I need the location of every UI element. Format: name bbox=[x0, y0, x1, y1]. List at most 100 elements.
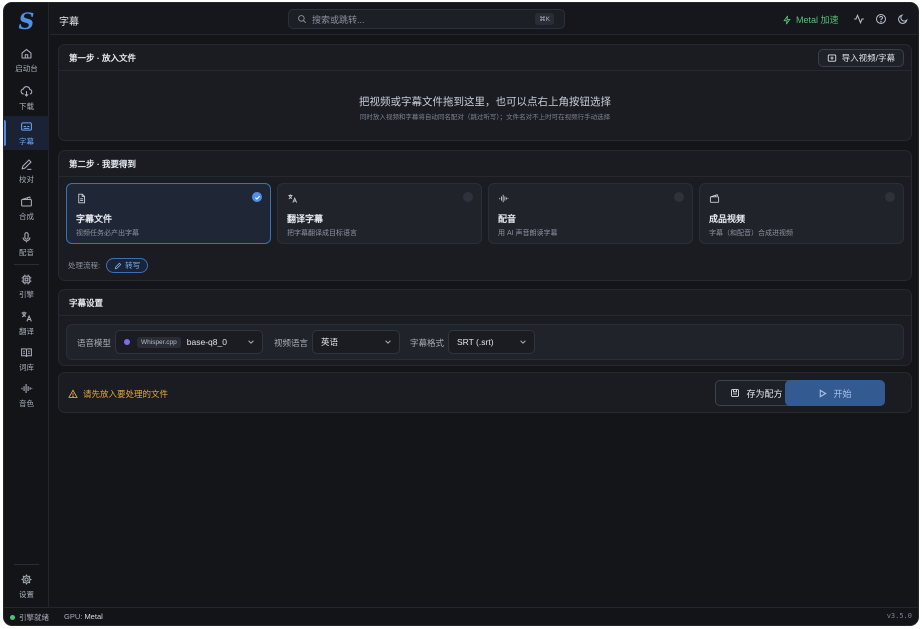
chevron-down-icon bbox=[248, 340, 254, 344]
sidebar-item-label: 引擎 bbox=[19, 289, 34, 299]
sidebar-item-glossary[interactable]: 词库 bbox=[4, 342, 49, 376]
sidebar-item-label: 合成 bbox=[19, 211, 34, 221]
start-label: 开始 bbox=[833, 388, 852, 399]
output-title: 字幕文件 bbox=[76, 214, 113, 224]
warning-message: 请先放入要处理的文件 bbox=[68, 388, 168, 400]
format-value: SRT (.srt) bbox=[457, 337, 494, 347]
sidebar: S 启动台 下载 字幕 校对 合成 配音 引擎 翻译 词库 音色 设置 bbox=[4, 3, 49, 609]
microphone-icon bbox=[20, 231, 33, 245]
page-title: 字幕 bbox=[59, 17, 79, 28]
processing-flow: 处理流程: 转写 bbox=[68, 258, 149, 273]
pen-icon bbox=[20, 158, 33, 172]
subtitle-settings-card: 字幕设置 语音模型 Whisper.cpp base-q8_0 视频语言 英语 … bbox=[58, 289, 912, 366]
output-option-subtitle-file[interactable]: 字幕文件 视频任务必产出字幕 bbox=[66, 183, 271, 244]
shortcut-badge: ⌘K bbox=[535, 13, 554, 25]
play-icon bbox=[820, 388, 828, 398]
sidebar-item-translate[interactable]: 翻译 bbox=[4, 306, 49, 340]
step2-card: 第二步 · 我要得到 字幕文件 视频任务必产出字幕 翻译字幕 把字幕翻译成目标语… bbox=[58, 150, 912, 281]
sidebar-item-launchpad[interactable]: 启动台 bbox=[4, 43, 49, 77]
output-option-dubbing[interactable]: 配音 用 AI 声音朗读字幕 bbox=[488, 183, 693, 244]
gpu-value: Metal bbox=[84, 612, 103, 621]
book-icon bbox=[20, 346, 33, 360]
sidebar-item-compose[interactable]: 合成 bbox=[4, 191, 49, 225]
app-version: v3.5.0 bbox=[886, 612, 912, 620]
unselected-radio bbox=[885, 192, 895, 202]
sidebar-item-label: 设置 bbox=[19, 589, 34, 599]
chevron-down-icon bbox=[385, 340, 391, 344]
help-icon[interactable] bbox=[874, 12, 888, 26]
search-input[interactable]: 搜索或跳转... ⌘K bbox=[288, 9, 565, 29]
sidebar-item-engine[interactable]: 引擎 bbox=[4, 269, 49, 303]
speech-model-select[interactable]: Whisper.cpp base-q8_0 bbox=[115, 330, 263, 354]
sidebar-item-label: 下载 bbox=[19, 101, 34, 111]
metal-label: Metal 加速 bbox=[796, 15, 839, 25]
flow-label: 处理流程: bbox=[68, 261, 101, 270]
app-logo: S bbox=[18, 9, 35, 35]
model-value: base-q8_0 bbox=[186, 337, 227, 347]
gpu-info: GPU: Metal bbox=[64, 612, 103, 621]
drop-zone-hint: 同时放入视频和字幕将自动同名配对（跳过听写）；文件名对不上时可在视频行手动选择 bbox=[359, 114, 611, 121]
step1-card: 第一步 · 放入文件 导入视频/字幕 把视频或字幕文件拖到这里，也可以点右上角按… bbox=[58, 44, 912, 141]
import-icon bbox=[827, 54, 836, 62]
translate-icon bbox=[20, 310, 33, 324]
output-desc: 用 AI 声音朗读字幕 bbox=[498, 230, 558, 237]
sidebar-item-settings[interactable]: 设置 bbox=[4, 569, 49, 603]
flow-step-transcribe: 转写 bbox=[106, 258, 149, 273]
theme-toggle-moon-icon[interactable] bbox=[896, 12, 910, 26]
engine-status: 引擎就绪 bbox=[10, 612, 49, 623]
unselected-radio bbox=[674, 192, 684, 202]
main-content: 第一步 · 放入文件 导入视频/字幕 把视频或字幕文件拖到这里，也可以点右上角按… bbox=[50, 36, 918, 609]
action-bar: 请先放入要处理的文件 存为配方 开始 bbox=[58, 372, 912, 413]
app-window: S 启动台 下载 字幕 校对 合成 配音 引擎 翻译 词库 音色 设置 字幕 搜… bbox=[3, 2, 919, 626]
top-bar: 字幕 搜索或跳转... ⌘K Metal 加速 bbox=[50, 3, 918, 35]
sidebar-item-label: 校对 bbox=[19, 174, 34, 184]
flow-step-label: 转写 bbox=[125, 261, 141, 270]
sidebar-item-voices[interactable]: 音色 bbox=[4, 378, 49, 412]
subtitle-format-select[interactable]: SRT (.srt) bbox=[448, 330, 535, 354]
translate-icon bbox=[287, 193, 472, 205]
status-bar: 引擎就绪 GPU: Metal v3.5.0 bbox=[4, 607, 918, 625]
import-video-subtitle-button[interactable]: 导入视频/字幕 bbox=[817, 49, 904, 67]
metal-acceleration-status[interactable]: Metal 加速 bbox=[782, 13, 839, 26]
sidebar-item-dubbing[interactable]: 配音 bbox=[4, 227, 49, 261]
output-options: 字幕文件 视频任务必产出字幕 翻译字幕 把字幕翻译成目标语言 配音 用 AI 声… bbox=[66, 183, 904, 244]
settings-row: 语音模型 Whisper.cpp base-q8_0 视频语言 英语 字幕格式 … bbox=[66, 324, 904, 360]
sidebar-item-download[interactable]: 下载 bbox=[4, 81, 49, 115]
lightning-icon bbox=[783, 15, 791, 24]
sidebar-item-proofread[interactable]: 校对 bbox=[4, 154, 49, 188]
sidebar-divider bbox=[14, 564, 39, 565]
search-placeholder: 搜索或跳转... bbox=[312, 14, 365, 25]
save-recipe-label: 存为配方 bbox=[746, 388, 783, 399]
format-label: 字幕格式 bbox=[410, 338, 445, 348]
sidebar-item-label: 翻译 bbox=[19, 326, 34, 336]
document-icon bbox=[76, 193, 261, 205]
sidebar-item-subtitles[interactable]: 字幕 bbox=[4, 116, 49, 150]
output-title: 成品视频 bbox=[709, 214, 746, 224]
activity-icon[interactable] bbox=[852, 12, 866, 26]
sidebar-item-label: 字幕 bbox=[19, 136, 34, 146]
sidebar-divider bbox=[14, 264, 39, 265]
home-icon bbox=[20, 47, 33, 61]
drop-zone-title[interactable]: 把视频或字幕文件拖到这里，也可以点右上角按钮选择 bbox=[59, 94, 911, 109]
video-language-select[interactable]: 英语 bbox=[312, 330, 400, 354]
warning-icon bbox=[68, 389, 78, 398]
waveform-icon bbox=[20, 382, 33, 396]
chevron-down-icon bbox=[520, 340, 526, 344]
gpu-label: GPU: bbox=[64, 612, 83, 621]
output-option-translated-subtitle[interactable]: 翻译字幕 把字幕翻译成目标语言 bbox=[277, 183, 482, 244]
gear-icon bbox=[20, 573, 33, 587]
download-cloud-icon bbox=[20, 85, 33, 99]
output-title: 翻译字幕 bbox=[287, 214, 324, 224]
sidebar-item-label: 配音 bbox=[19, 247, 34, 257]
film-icon bbox=[20, 195, 33, 209]
film-icon bbox=[709, 193, 894, 205]
output-desc: 字幕（和配音）合成进视频 bbox=[709, 230, 793, 237]
subtitle-settings-title: 字幕设置 bbox=[59, 290, 911, 316]
start-button[interactable]: 开始 bbox=[785, 380, 885, 406]
sidebar-item-label: 音色 bbox=[19, 398, 34, 408]
subtitles-icon bbox=[20, 120, 33, 134]
output-option-final-video[interactable]: 成品视频 字幕（和配音）合成进视频 bbox=[699, 183, 904, 244]
waveform-icon bbox=[498, 193, 683, 205]
checkmark-icon bbox=[252, 192, 262, 202]
engine-badge: Whisper.cpp bbox=[137, 336, 181, 348]
